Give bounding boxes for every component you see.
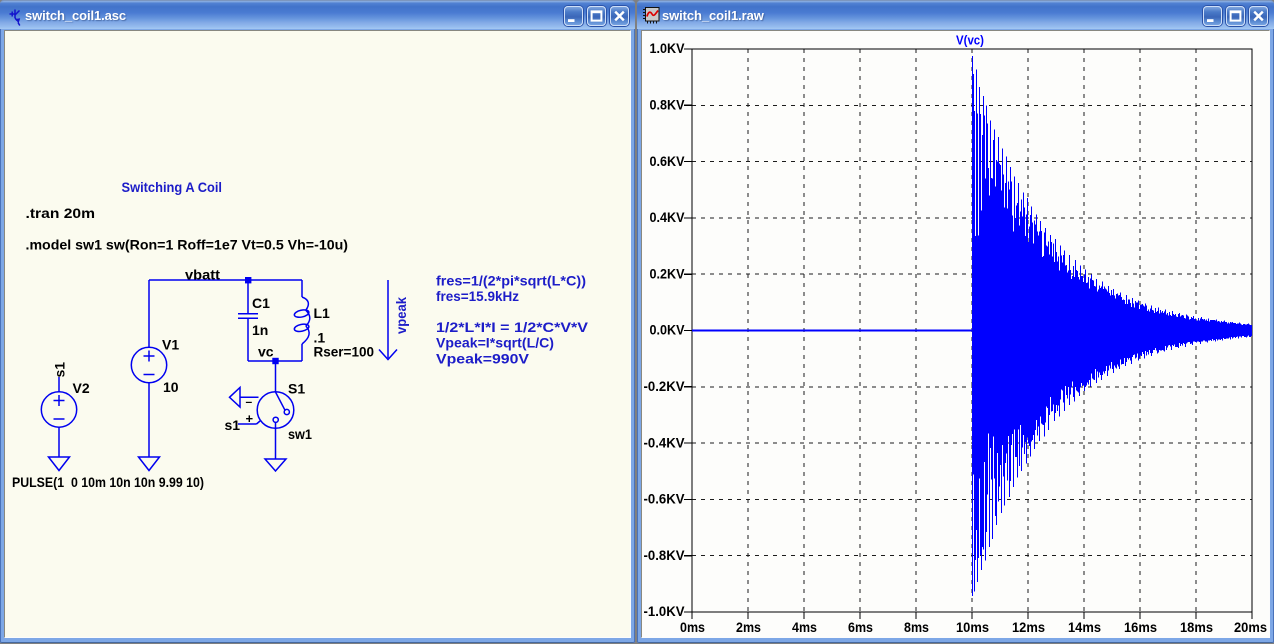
svg-text:vbatt: vbatt (185, 267, 220, 283)
svg-text:Switching A Coil: Switching A Coil (122, 179, 223, 195)
svg-text:10ms: 10ms (956, 620, 989, 635)
svg-text:Rser=100: Rser=100 (314, 344, 375, 360)
svg-text:-0.2KV: -0.2KV (644, 379, 685, 394)
svg-text:PULSE(1 0 10m 10n 10n 9.99 10: PULSE(1 0 10m 10n 10n 9.99 10) (12, 474, 204, 490)
svg-text:16ms: 16ms (1124, 620, 1157, 635)
svg-text:0ms: 0ms (680, 620, 705, 635)
svg-text:12ms: 12ms (1012, 620, 1045, 635)
svg-text:-0.6KV: -0.6KV (644, 492, 685, 507)
svg-text:4ms: 4ms (792, 620, 817, 635)
svg-text:6ms: 6ms (848, 620, 873, 635)
svg-text:-0.8KV: -0.8KV (644, 548, 685, 563)
svg-text:vc: vc (258, 344, 274, 360)
svg-text:fres=15.9kHz: fres=15.9kHz (436, 289, 519, 304)
svg-text:V2: V2 (73, 380, 90, 396)
svg-text:14ms: 14ms (1068, 620, 1101, 635)
svg-text:.tran 20m: .tran 20m (26, 205, 96, 221)
svg-text:8ms: 8ms (904, 620, 929, 635)
svg-text:20ms: 20ms (1234, 620, 1267, 635)
svg-text:V(vc): V(vc) (956, 34, 984, 48)
svg-text:L1: L1 (314, 305, 331, 321)
svg-text:Vpeak=I*sqrt(L/C): Vpeak=I*sqrt(L/C) (436, 336, 554, 351)
svg-text:1n: 1n (252, 322, 268, 338)
svg-text:fres=1/(2*pi*sqrt(L*C)): fres=1/(2*pi*sqrt(L*C)) (436, 274, 586, 289)
svg-text:1.0KV: 1.0KV (650, 41, 685, 56)
svg-text:sw1: sw1 (288, 426, 312, 442)
svg-text:s1: s1 (225, 417, 241, 433)
svg-text:V1: V1 (162, 337, 179, 353)
svg-text:10: 10 (163, 379, 179, 395)
svg-text:-0.4KV: -0.4KV (644, 435, 685, 450)
svg-text:18ms: 18ms (1180, 620, 1213, 635)
svg-text:0.6KV: 0.6KV (650, 154, 685, 169)
svg-text:C1: C1 (252, 295, 270, 311)
svg-text:Vpeak=990V: Vpeak=990V (436, 352, 529, 367)
svg-text:2ms: 2ms (736, 620, 761, 635)
svg-text:0.8KV: 0.8KV (650, 98, 685, 113)
svg-text:0.2KV: 0.2KV (650, 266, 685, 281)
svg-text:1/2*L*I*I = 1/2*C*V*V: 1/2*L*I*I = 1/2*C*V*V (436, 320, 588, 335)
svg-text:s1: s1 (52, 362, 68, 378)
svg-text:0.0KV: 0.0KV (650, 323, 685, 338)
svg-text:.model sw1 sw(Ron=1 Roff=1e7 V: .model sw1 sw(Ron=1 Roff=1e7 Vt=0.5 Vh=-… (26, 237, 349, 253)
svg-text:–: – (246, 395, 253, 409)
svg-text:S1: S1 (288, 381, 305, 397)
svg-text:+: + (246, 411, 254, 426)
svg-text:0.4KV: 0.4KV (650, 210, 685, 225)
svg-text:vpeak: vpeak (394, 297, 409, 334)
svg-text:-1.0KV: -1.0KV (644, 604, 685, 619)
